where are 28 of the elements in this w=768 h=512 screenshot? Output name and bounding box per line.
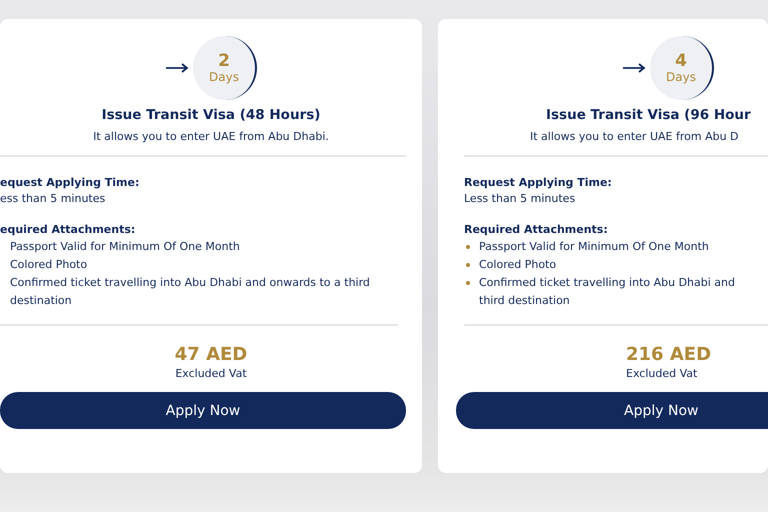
price-note: Excluded Vat (175, 367, 247, 380)
days-number: 2 (218, 52, 230, 70)
price: 216 AED (626, 344, 712, 365)
attachment-item: Colored Photo (479, 257, 556, 273)
days-unit: Days (666, 70, 696, 84)
visa-title: Issue Transit Visa (96 Hour (546, 107, 751, 123)
attachments-label: Required Attachments: (464, 222, 609, 238)
visa-description: It allows you to enter UAE from Abu D (530, 130, 739, 143)
price: 47 AED (174, 344, 248, 365)
apply-button[interactable]: Apply Now (0, 392, 406, 429)
attachment-item: Passport Valid for Minimum Of One Month (10, 239, 240, 255)
attachments-label: equired Attachments: (0, 222, 136, 238)
attachment-item: Confirmed ticket travelling into Abu Dhabi and third destination (479, 275, 736, 309)
apply-button[interactable]: Apply Now (456, 392, 768, 429)
attachment-item: Passport Valid for Minimum Of One Month (479, 239, 709, 255)
time-label: Request Applying Time: (464, 175, 613, 191)
visa-title: Issue Transit Visa (48 Hours) (102, 107, 320, 123)
time-label: equest Applying Time: (0, 175, 140, 191)
time-value: ess than 5 minutes (0, 191, 106, 207)
time-value: Less than 5 minutes (464, 191, 576, 207)
arrow-icon (165, 63, 189, 73)
arrow-icon (622, 63, 646, 73)
days-unit: Days (209, 70, 239, 84)
attachment-item: Confirmed ticket travelling into Abu Dhabi and onwards to a third destination (10, 275, 371, 309)
attachment-item: Colored Photo (10, 257, 88, 273)
visa-description: It allows you to enter UAE from Abu Dhabi. (93, 130, 329, 143)
price-note: Excluded Vat (626, 367, 698, 380)
days-number: 4 (675, 52, 687, 70)
